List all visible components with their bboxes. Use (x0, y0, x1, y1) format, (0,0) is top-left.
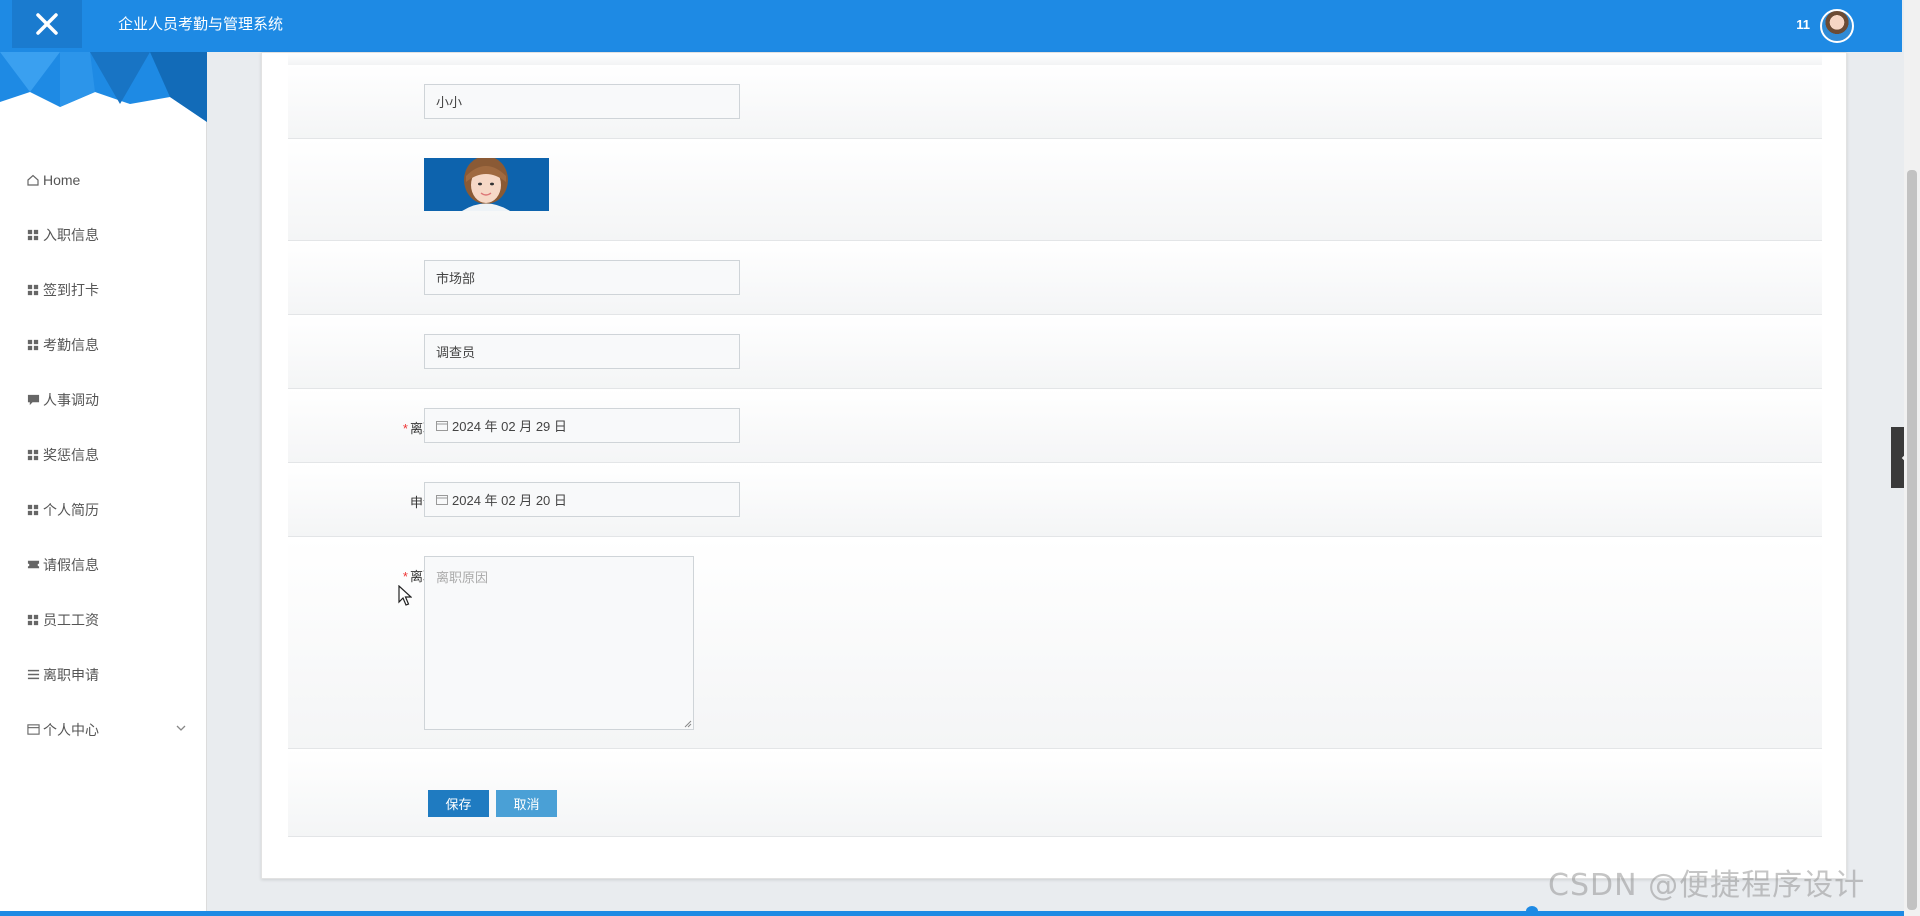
reason-textarea[interactable]: 离职原因 (424, 556, 694, 730)
form-row-leave-time: *离职时间 2024 年 02 月 29 日 (288, 389, 1822, 463)
apply-date-value: 2024 年 02 月 20 日 (452, 493, 567, 508)
leave-time-value: 2024 年 02 月 29 日 (452, 419, 567, 434)
form-row-apply-date: 申请日期 2024 年 02 月 20 日 (288, 463, 1822, 537)
bottom-handle (1526, 906, 1538, 916)
close-button[interactable] (12, 0, 82, 48)
sidebar-item-label: 员工工资 (43, 611, 99, 628)
sidebar-item-label: 入职信息 (43, 226, 99, 243)
sidebar-item-rewards[interactable]: 奖惩信息 (0, 427, 207, 482)
leave-time-datepicker[interactable]: 2024 年 02 月 29 日 (424, 408, 740, 443)
avatar-photo[interactable] (424, 158, 549, 211)
form-row-reason: *离职原因 离职原因 (288, 537, 1822, 749)
sidebar-item-label: Home (43, 171, 81, 188)
portrait-image (424, 158, 549, 211)
cancel-button[interactable]: 取消 (496, 790, 557, 817)
sidebar-menu: Home 入职信息 签到打卡 考勤信息 人事调动 奖惩信息 个人简历 请假信息 … (0, 152, 207, 757)
apply-date-datepicker[interactable]: 2024 年 02 月 20 日 (424, 482, 740, 517)
reason-placeholder: 离职原因 (436, 570, 489, 585)
top-header: 企业人员考勤与管理系统 11 (0, 0, 1902, 52)
user-name[interactable]: 11 (1796, 0, 1810, 50)
sidebar-item-label: 奖惩信息 (43, 446, 99, 463)
calendar-icon (436, 421, 448, 431)
save-button[interactable]: 保存 (428, 790, 489, 817)
sidebar: Home 入职信息 签到打卡 考勤信息 人事调动 奖惩信息 个人简历 请假信息 … (0, 52, 207, 916)
sidebar-item-label: 人事调动 (43, 391, 99, 408)
calendar-icon (436, 495, 448, 505)
mouse-cursor-icon (398, 585, 412, 606)
sidebar-item-profile[interactable]: 个人中心 (0, 702, 207, 757)
sidebar-banner (0, 52, 207, 122)
window-icon (26, 723, 40, 737)
sidebar-item-home[interactable]: Home (0, 152, 207, 207)
form-row-name: 姓名 小小 (288, 65, 1822, 139)
sidebar-item-salary[interactable]: 员工工资 (0, 592, 207, 647)
sidebar-item-resume[interactable]: 个人简历 (0, 482, 207, 537)
required-mark: * (402, 569, 408, 584)
close-icon (36, 13, 58, 35)
sidebar-item-label: 签到打卡 (43, 281, 99, 298)
ticket-icon (26, 558, 40, 572)
grid-icon (26, 503, 40, 517)
watermark: CSDN @便捷程序设计 (1548, 868, 1866, 903)
home-icon (26, 173, 40, 187)
sidebar-item-label: 请假信息 (43, 556, 99, 573)
comment-icon (26, 393, 40, 407)
avatar[interactable] (1820, 9, 1854, 43)
sidebar-item-label: 考勤信息 (43, 336, 99, 353)
grid-icon (26, 283, 40, 297)
bottom-accent-bar (0, 911, 1904, 916)
sidebar-item-transfer[interactable]: 人事调动 (0, 372, 207, 427)
grid-icon (26, 613, 40, 627)
sidebar-item-onboarding[interactable]: 入职信息 (0, 207, 207, 262)
page-scrollbar[interactable] (1904, 0, 1920, 916)
form-row-department: 部门 市场部 (288, 241, 1822, 315)
form-row-avatar: 头像 (288, 139, 1822, 241)
resize-grip-icon[interactable] (684, 720, 692, 728)
form-row-actions: 保存 取消 (288, 749, 1822, 837)
sidebar-item-label: 个人中心 (43, 721, 99, 738)
form-row-position: 职位 调查员 (288, 315, 1822, 389)
sidebar-item-leave[interactable]: 请假信息 (0, 537, 207, 592)
chevron-down-icon (176, 725, 186, 731)
app-title: 企业人员考勤与管理系统 (118, 16, 284, 33)
grid-icon (26, 338, 40, 352)
name-field[interactable]: 小小 (424, 84, 740, 119)
scrollbar-thumb[interactable] (1907, 170, 1917, 910)
sidebar-item-label: 个人简历 (43, 501, 99, 518)
sidebar-item-attendance[interactable]: 考勤信息 (0, 317, 207, 372)
sidebar-item-checkin[interactable]: 签到打卡 (0, 262, 207, 317)
required-mark: * (402, 421, 408, 436)
department-field[interactable]: 市场部 (424, 260, 740, 295)
list-icon (26, 668, 40, 682)
sidebar-item-label: 离职申请 (43, 666, 99, 683)
form-panel: 姓名 小小 头像 部门 市场部 职位 调查员 *离职时间 (261, 52, 1847, 879)
grid-icon (26, 228, 40, 242)
grid-icon (26, 448, 40, 462)
sidebar-item-resignation[interactable]: 离职申请 (0, 647, 207, 702)
position-field[interactable]: 调查员 (424, 334, 740, 369)
